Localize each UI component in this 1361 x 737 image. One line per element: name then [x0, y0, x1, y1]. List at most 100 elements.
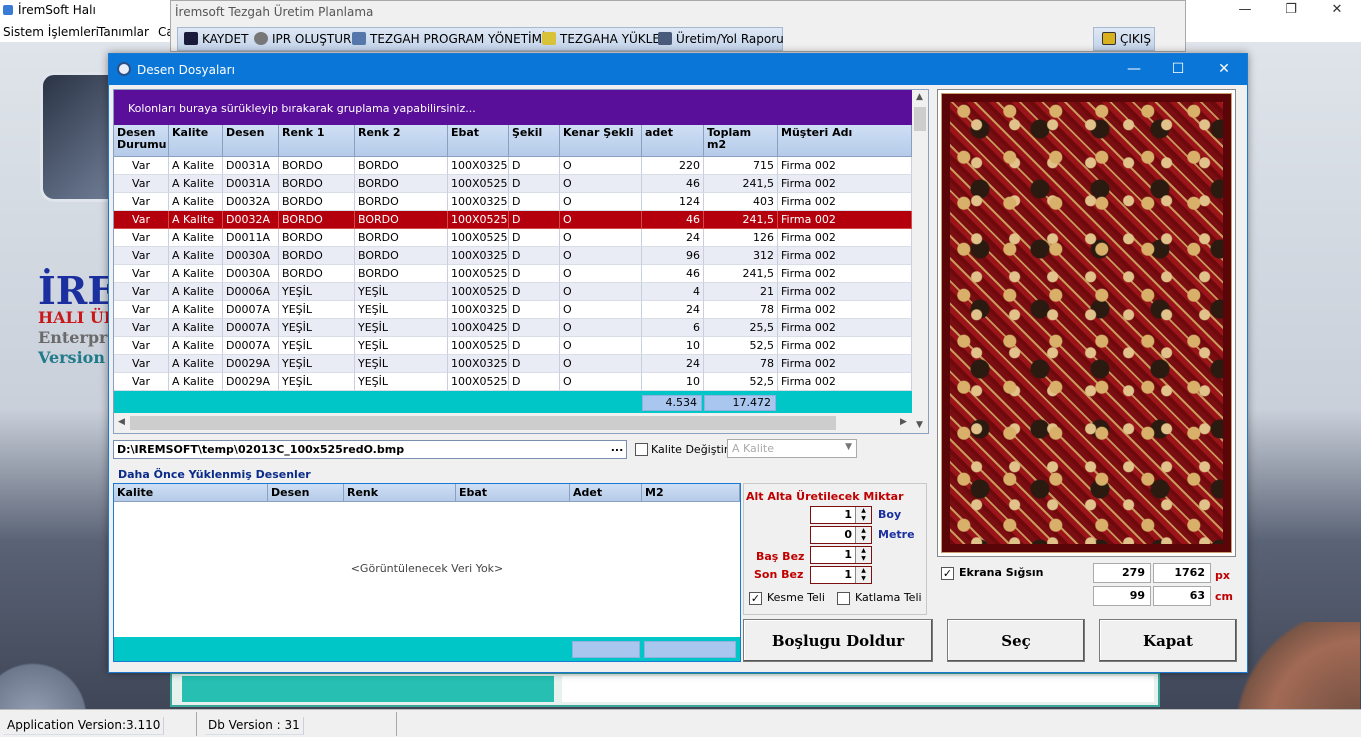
- table-cell: A Kalite: [169, 211, 223, 229]
- file-path-field[interactable]: D:\IREMSOFT\temp\02013C_100x525redO.bmp: [113, 440, 627, 459]
- close-button[interactable]: ✕: [1314, 0, 1360, 22]
- tezgaha-yukle-button[interactable]: TEZGAHA YÜKLE: [542, 32, 660, 46]
- cm-height-field[interactable]: 63: [1153, 586, 1211, 606]
- metre-stepper[interactable]: 0 ▲ ▼: [810, 526, 872, 544]
- table-cell: BORDO: [279, 247, 355, 265]
- spin-arrows-icon[interactable]: ▲ ▼: [855, 567, 871, 583]
- tezgah-program-button[interactable]: TEZGAH PROGRAM YÖNETİMİ: [352, 32, 545, 46]
- column-header[interactable]: M2: [642, 484, 740, 502]
- table-cell: O: [560, 373, 642, 391]
- table-cell: Firma 002: [778, 265, 912, 283]
- grid-footer: 4.534 17.472: [114, 391, 912, 413]
- table-row[interactable]: Var A Kalite D0029A YEŞİL YEŞİL 100X0525 D O 10 5…: [114, 373, 912, 391]
- column-header[interactable]: Toplam m2: [704, 125, 778, 157]
- column-header[interactable]: adet: [642, 125, 704, 157]
- son-bez-stepper[interactable]: 1 ▲ ▼: [810, 566, 872, 584]
- kesme-teli-checkbox[interactable]: ✓: [749, 592, 762, 605]
- cm-width-field[interactable]: 99: [1093, 586, 1151, 606]
- column-header[interactable]: Desen: [223, 125, 279, 157]
- column-header[interactable]: Kenar Şekli: [560, 125, 642, 157]
- column-header[interactable]: Şekil: [509, 125, 560, 157]
- table-row[interactable]: Var A Kalite D0007A YEŞİL YEŞİL 100X0525 D O 10 5…: [114, 337, 912, 355]
- column-header[interactable]: Adet: [570, 484, 642, 502]
- column-header[interactable]: Desen Durumu: [114, 125, 169, 157]
- scroll-down-icon[interactable]: ▼: [916, 420, 923, 430]
- table-row[interactable]: Var A Kalite D0011A BORDO BORDO 100X0525 D O 24 1…: [114, 229, 912, 247]
- column-header[interactable]: Renk 1: [279, 125, 355, 157]
- column-header[interactable]: Kalite: [169, 125, 223, 157]
- scroll-up-icon[interactable]: ▲: [916, 92, 923, 102]
- table-row[interactable]: Var A Kalite D0032A BORDO BORDO 100X0525 D O 46 2…: [114, 211, 912, 229]
- px-height-field[interactable]: 1762: [1153, 563, 1211, 583]
- ipr-button[interactable]: IPR OLUŞTUR: [254, 32, 351, 46]
- minimize-button[interactable]: —: [1222, 0, 1268, 22]
- table-row[interactable]: Var A Kalite D0032A BORDO BORDO 100X0325 D O 124…: [114, 193, 912, 211]
- table-row[interactable]: Var A Kalite D0031A BORDO BORDO 100X0525 D O 46 2…: [114, 175, 912, 193]
- spin-arrows-icon[interactable]: ▲ ▼: [855, 547, 871, 563]
- table-cell: D: [509, 211, 560, 229]
- column-header[interactable]: Kalite: [114, 484, 268, 502]
- dialog-maximize-button[interactable]: ☐: [1155, 54, 1201, 85]
- cm-unit-label: cm: [1215, 590, 1233, 603]
- table-cell: D0032A: [223, 211, 279, 229]
- katlama-teli-checkbox[interactable]: [837, 592, 850, 605]
- ekrana-sigsin-label: Ekrana Sığsın: [959, 566, 1044, 579]
- background-panel: [170, 672, 1160, 707]
- cikis-button[interactable]: ÇIKIŞ: [1093, 27, 1155, 51]
- kalite-degistir-checkbox[interactable]: [635, 443, 648, 456]
- column-header[interactable]: Desen: [268, 484, 344, 502]
- menu-tanimlar[interactable]: Tanımlar: [98, 25, 149, 39]
- table-row[interactable]: Var A Kalite D0031A BORDO BORDO 100X0325 D O 220…: [114, 157, 912, 175]
- bas-bez-stepper[interactable]: 1 ▲ ▼: [810, 546, 872, 564]
- vertical-scrollbar[interactable]: ▲ ▼: [912, 90, 928, 433]
- table-cell: A Kalite: [169, 193, 223, 211]
- son-bez-label: Son Bez: [754, 568, 804, 581]
- kapat-button[interactable]: Kapat: [1099, 619, 1237, 662]
- px-width-field[interactable]: 279: [1093, 563, 1151, 583]
- horizontal-scrollbar[interactable]: ◀ ▶: [114, 413, 912, 433]
- dialog-minimize-button[interactable]: —: [1111, 54, 1157, 85]
- wrench-icon: [352, 32, 366, 45]
- son-bez-value: 1: [844, 568, 852, 581]
- table-row[interactable]: Var A Kalite D0007A YEŞİL YEŞİL 100X0325 D O 24 7…: [114, 301, 912, 319]
- scroll-left-icon[interactable]: ◀: [118, 417, 125, 427]
- dialog-icon: [117, 62, 131, 76]
- bosluk-doldur-button[interactable]: Boşlugu Doldur: [743, 619, 933, 662]
- column-header[interactable]: Renk 2: [355, 125, 448, 157]
- table-cell: BORDO: [355, 265, 448, 283]
- table-cell: Var: [114, 157, 169, 175]
- spin-arrows-icon[interactable]: ▲ ▼: [855, 527, 871, 543]
- table-row[interactable]: Var A Kalite D0030A BORDO BORDO 100X0325 D O 96 3…: [114, 247, 912, 265]
- table-row[interactable]: Var A Kalite D0029A YEŞİL YEŞİL 100X0325 D O 24 7…: [114, 355, 912, 373]
- ekrana-sigsin-checkbox[interactable]: ✓: [941, 567, 954, 580]
- group-by-panel[interactable]: Kolonları buraya sürükleyip bırakarak gr…: [114, 90, 912, 125]
- column-header[interactable]: Ebat: [456, 484, 570, 502]
- table-cell: Var: [114, 175, 169, 193]
- kalite-select[interactable]: A Kalite ▼: [727, 439, 857, 458]
- vertical-scroll-thumb[interactable]: [914, 107, 926, 131]
- table-row[interactable]: Var A Kalite D0030A BORDO BORDO 100X0525 D O 46 2…: [114, 265, 912, 283]
- column-header[interactable]: Renk: [344, 484, 456, 502]
- dialog-close-button[interactable]: ✕: [1201, 54, 1247, 85]
- rapor-button[interactable]: Üretim/Yol Raporu: [658, 32, 784, 46]
- sec-button[interactable]: Seç: [947, 619, 1085, 662]
- table-cell: A Kalite: [169, 301, 223, 319]
- spin-arrows-icon[interactable]: ▲ ▼: [855, 507, 871, 523]
- status-bar: Application Version:3.110 Db Version : 3…: [0, 709, 1361, 737]
- kaydet-button[interactable]: KAYDET: [184, 32, 248, 46]
- column-header[interactable]: Ebat: [448, 125, 509, 157]
- table-cell: YEŞİL: [355, 337, 448, 355]
- menu-sistem[interactable]: Sistem İşlemleri: [3, 25, 99, 39]
- browse-button[interactable]: ...: [609, 442, 625, 457]
- table-cell: 100X0325: [448, 247, 509, 265]
- restore-button[interactable]: ❐: [1268, 0, 1314, 22]
- table-cell: D: [509, 283, 560, 301]
- boy-stepper[interactable]: 1 ▲ ▼: [810, 506, 872, 524]
- table-row[interactable]: Var A Kalite D0006A YEŞİL YEŞİL 100X0525 D O 4 21…: [114, 283, 912, 301]
- table-row[interactable]: Var A Kalite D0007A YEŞİL YEŞİL 100X0425 D O 6 25…: [114, 319, 912, 337]
- scroll-right-icon[interactable]: ▶: [900, 417, 907, 427]
- column-header[interactable]: Müşteri Adı: [778, 125, 912, 157]
- table-cell: 241,5: [704, 265, 778, 283]
- table-cell: 715: [704, 157, 778, 175]
- horizontal-scroll-thumb[interactable]: [130, 416, 836, 430]
